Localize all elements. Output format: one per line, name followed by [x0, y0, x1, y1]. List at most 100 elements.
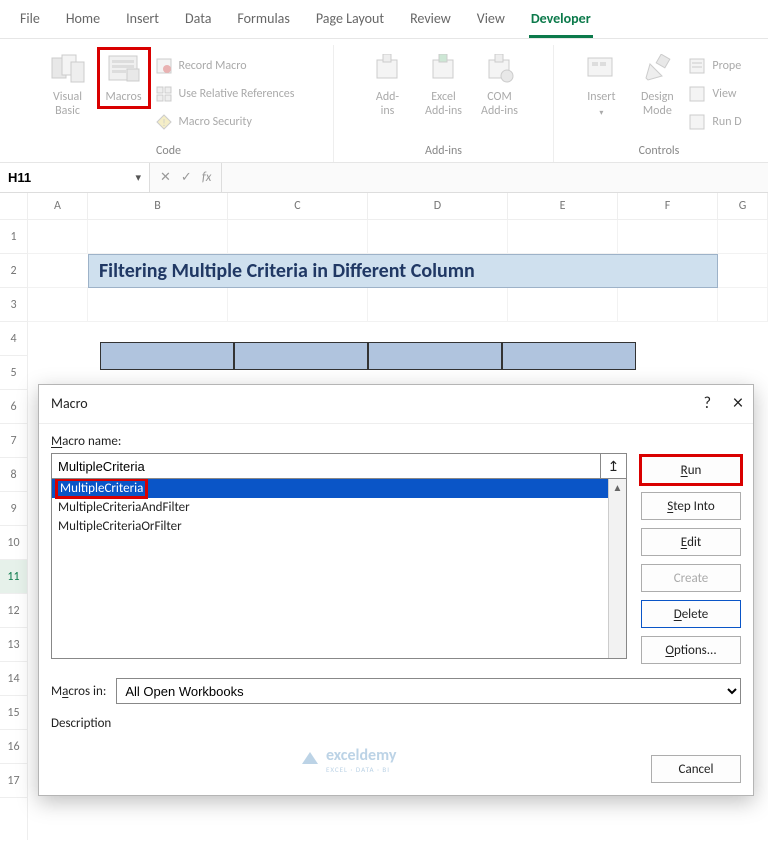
delete-button[interactable]: Delete [641, 600, 741, 628]
list-item[interactable]: MultipleCriteriaAndFilter [52, 498, 626, 517]
fx-icon[interactable]: fx [202, 170, 212, 185]
row-header[interactable]: 2 [0, 254, 27, 288]
col-header[interactable]: C [228, 193, 368, 219]
tab-developer[interactable]: Developer [529, 6, 593, 38]
column-headers: A B C D E F G [0, 193, 768, 220]
row-header[interactable]: 15 [0, 696, 27, 730]
row-header[interactable]: 7 [0, 424, 27, 458]
use-relative-button[interactable]: Use Relative References [155, 81, 295, 107]
properties-button[interactable]: Prope [688, 53, 741, 79]
reference-icon: ↥ [608, 458, 620, 475]
group-code: Visual Basic Macros Record Macro Use Rel… [4, 45, 334, 162]
col-header[interactable]: A [28, 193, 88, 219]
record-macro-button[interactable]: Record Macro [155, 53, 295, 79]
tab-review[interactable]: Review [408, 6, 453, 38]
scroll-up-icon[interactable]: ▲ [609, 479, 626, 496]
tab-data[interactable]: Data [183, 6, 213, 38]
reference-button[interactable]: ↥ [601, 453, 627, 479]
macros-button[interactable]: Macros [99, 49, 149, 107]
row-header[interactable]: 4 [0, 322, 27, 356]
chevron-down-icon[interactable]: ▾ [135, 171, 141, 184]
row-header[interactable]: 5 [0, 356, 27, 390]
run-dialog-button[interactable]: Run D [688, 109, 741, 135]
help-icon[interactable]: ? [704, 394, 711, 413]
svg-text:!: ! [162, 116, 165, 129]
macro-security-label: Macro Security [179, 115, 252, 129]
row-headers: 1 2 3 4 5 6 7 8 9 10 11 12 13 14 15 16 1… [0, 220, 28, 840]
row-header[interactable]: 12 [0, 594, 27, 628]
run-button[interactable]: Run [641, 456, 741, 484]
edit-button[interactable]: Edit [641, 528, 741, 556]
properties-label: Prope [712, 59, 741, 73]
com-addins-button[interactable]: COM Add-ins [475, 49, 525, 121]
description-label: Description [39, 712, 753, 739]
step-into-button[interactable]: Step Into [641, 492, 741, 520]
excel-addins-label: Excel Add-ins [425, 91, 462, 119]
close-icon[interactable]: × [733, 391, 743, 415]
view-code-button[interactable]: View [688, 81, 741, 107]
col-header[interactable]: E [508, 193, 618, 219]
col-header[interactable]: F [618, 193, 718, 219]
row-header[interactable]: 6 [0, 390, 27, 424]
name-box[interactable]: ▾ [0, 163, 150, 192]
options-button[interactable]: Options... [641, 636, 741, 664]
run-dialog-icon [688, 113, 706, 131]
visual-basic-button[interactable]: Visual Basic [43, 49, 93, 121]
addins-label: Add- ins [376, 91, 399, 119]
row-header[interactable]: 13 [0, 628, 27, 662]
macros-in-label: Macros in: [51, 684, 106, 699]
design-mode-button[interactable]: Design Mode [632, 49, 682, 121]
cancel-formula-icon[interactable]: ✕ [160, 170, 171, 185]
visual-basic-icon [50, 51, 86, 87]
tab-file[interactable]: File [18, 6, 42, 38]
scrollbar[interactable]: ▲ [608, 479, 626, 658]
ribbon-tabs: File Home Insert Data Formulas Page Layo… [0, 0, 768, 39]
excel-addins-button[interactable]: Excel Add-ins [419, 49, 469, 121]
col-header[interactable]: D [368, 193, 508, 219]
use-relative-label: Use Relative References [179, 87, 295, 101]
tab-view[interactable]: View [475, 6, 507, 38]
name-box-input[interactable] [8, 170, 108, 185]
list-item[interactable]: MultipleCriteriaOrFilter [52, 517, 626, 536]
select-all-cell[interactable] [0, 193, 28, 219]
macro-security-button[interactable]: ! Macro Security [155, 109, 295, 135]
row-header[interactable]: 8 [0, 458, 27, 492]
formula-input[interactable] [230, 163, 760, 192]
tab-home[interactable]: Home [64, 6, 102, 38]
row-header[interactable]: 11 [0, 560, 27, 594]
confirm-formula-icon[interactable]: ✓ [181, 170, 192, 185]
tab-insert[interactable]: Insert [124, 6, 161, 38]
list-item[interactable]: MultipleCriteria [52, 479, 626, 498]
row-header[interactable]: 9 [0, 492, 27, 526]
formula-bar-row: ▾ ✕ ✓ fx [0, 163, 768, 193]
addins-button[interactable]: Add- ins [363, 49, 413, 121]
macro-security-icon: ! [155, 113, 173, 131]
col-header[interactable]: G [718, 193, 768, 219]
macros-in-select[interactable]: All Open Workbooks [116, 678, 741, 704]
macro-name-input[interactable] [51, 453, 601, 479]
ribbon: Visual Basic Macros Record Macro Use Rel… [0, 39, 768, 163]
row-header[interactable]: 3 [0, 288, 27, 322]
watermark-brand: exceldemy [326, 746, 396, 765]
excel-addins-icon [426, 51, 462, 87]
row-header[interactable]: 16 [0, 730, 27, 764]
row-header[interactable]: 14 [0, 662, 27, 696]
tab-page-layout[interactable]: Page Layout [314, 6, 386, 38]
row-header[interactable]: 1 [0, 220, 27, 254]
chevron-down-icon: ▾ [599, 109, 603, 118]
view-code-icon [688, 85, 706, 103]
cancel-button[interactable]: Cancel [651, 755, 741, 783]
tab-formulas[interactable]: Formulas [235, 6, 291, 38]
row-header[interactable]: 17 [0, 764, 27, 798]
group-code-label: Code [156, 142, 181, 162]
macro-list[interactable]: MultipleCriteria MultipleCriteriaAndFilt… [51, 479, 627, 659]
table-header-row [100, 342, 636, 370]
macros-label: Macros [105, 91, 141, 105]
record-macro-icon [155, 57, 173, 75]
record-macro-label: Record Macro [179, 59, 247, 73]
group-controls: Insert ▾ Design Mode Prope View Run D [554, 45, 764, 162]
row-header[interactable]: 10 [0, 526, 27, 560]
macro-dialog: Macro ? × Macro name: ↥ MultipleCriteria… [38, 384, 754, 796]
insert-control-button[interactable]: Insert ▾ [576, 49, 626, 120]
col-header[interactable]: B [88, 193, 228, 219]
